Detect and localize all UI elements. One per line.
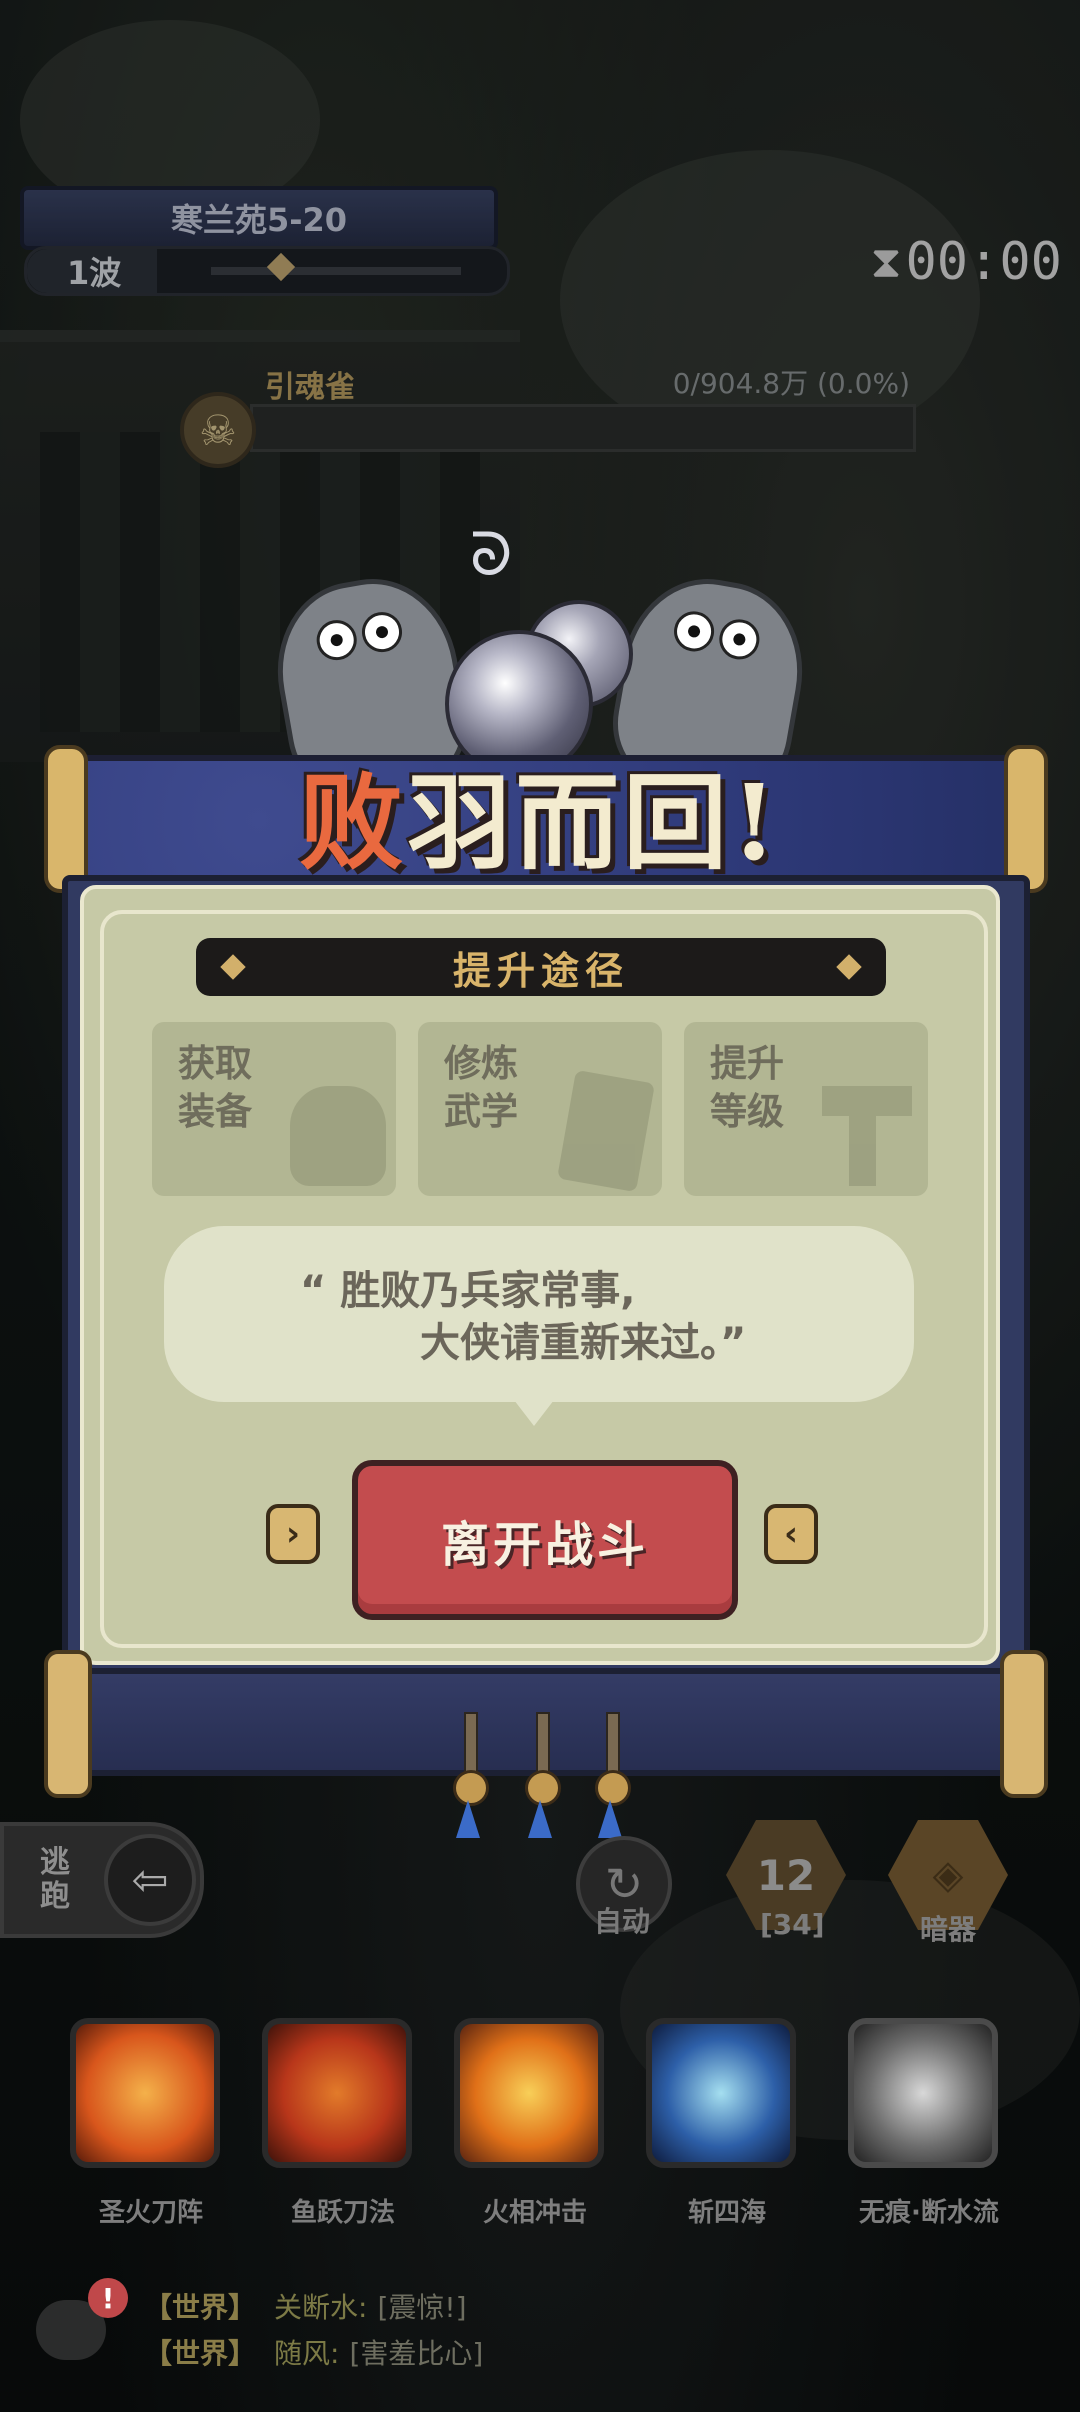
arrow-left-icon: ‹ — [764, 1504, 818, 1564]
skill-slot[interactable]: 圣火刀阵 — [70, 2018, 220, 2228]
arrow-right-icon: › — [266, 1504, 320, 1564]
auto-label: 自动 — [594, 1905, 651, 1938]
get-equipment-card[interactable]: 获取 装备 — [152, 1022, 396, 1196]
dragon-eye — [313, 616, 360, 664]
chat-message: 【世界】 随风: [害羞比心] — [144, 2332, 483, 2372]
level-up-card[interactable]: 提升 等级 — [684, 1022, 928, 1196]
flee-label: 逃跑 — [40, 1845, 70, 1914]
chat-channel: 【世界】 — [144, 2337, 257, 2370]
tassel-ornament — [590, 1712, 631, 1842]
defeat-title-first: 败 — [299, 761, 408, 884]
card-label: 提升 等级 — [710, 1042, 784, 1133]
defeat-title: 败羽而回! — [0, 738, 1080, 889]
skill-name: 无痕·断水流 — [859, 2198, 999, 2228]
skill-bar: 圣火刀阵 鱼跃刀法 火相冲击 斩四海 无痕·断水流 — [70, 2018, 1020, 2228]
exit-icon: ⇦ — [104, 1834, 196, 1926]
skill-name: 斩四海 — [687, 2198, 766, 2228]
chat-text: [害羞比心] — [349, 2337, 484, 2370]
train-skills-card[interactable]: 修炼 武学 — [418, 1022, 662, 1196]
quote-line-1: “ 胜败乃兵家常事, — [300, 1268, 636, 1314]
skill-slot[interactable]: 鱼跃刀法 — [262, 2018, 412, 2228]
chat-user: 随风: — [274, 2337, 340, 2370]
skill-slot[interactable]: 斩四海 — [646, 2018, 796, 2228]
improve-section-header: 提升途径 — [196, 938, 886, 996]
armor-icon — [270, 1056, 390, 1196]
spirit-flame-icon: ᘐ — [470, 520, 513, 590]
chat-message: 【世界】 关断水: [震惊!] — [144, 2286, 467, 2326]
tassel-ornament — [520, 1712, 561, 1842]
skill-slot[interactable]: 火相冲击 — [454, 2018, 604, 2228]
chat-channel: 【世界】 — [144, 2291, 257, 2324]
skill-name: 火相冲击 — [482, 2198, 587, 2228]
quote-line-2: 大侠请重新来过。” — [420, 1320, 747, 1366]
diamond-icon — [220, 954, 246, 980]
skill-name: 鱼跃刀法 — [290, 2198, 395, 2228]
dragon-eye — [716, 616, 763, 663]
coin-icon: ◈ — [932, 1852, 964, 1898]
chat-notification-badge: ! — [88, 2278, 128, 2318]
chat-user: 关断水: — [274, 2291, 368, 2324]
manual-icon — [536, 1056, 656, 1196]
world-chat[interactable]: ! 【世界】 关断水: [震惊!] 【世界】 随风: [害羞比心] — [0, 2268, 1080, 2412]
leave-battle-button[interactable]: 离开战斗 — [352, 1460, 738, 1620]
skill-name: 圣火刀阵 — [98, 2198, 203, 2228]
defeat-title-rest: 羽而回! — [407, 761, 781, 884]
improve-options: 获取 装备 修炼 武学 提升 等级 — [152, 1022, 928, 1196]
item-count-total: [34] — [760, 1908, 825, 1941]
flee-button[interactable]: 逃跑 ⇦ — [0, 1822, 204, 1938]
card-label: 修炼 武学 — [444, 1042, 518, 1133]
dragon-eye — [358, 608, 406, 656]
chat-text: [震惊!] — [377, 2291, 467, 2324]
item-count: 12 — [756, 1850, 816, 1900]
improve-section-title: 提升途径 — [452, 948, 629, 993]
hidden-weapon-label: 暗器 — [920, 1913, 977, 1946]
tassel-ornament — [448, 1712, 489, 1842]
dragon-eye — [670, 608, 718, 655]
skill-slot[interactable]: 无痕·断水流 — [848, 2018, 999, 2228]
diamond-icon — [836, 954, 862, 980]
card-label: 获取 装备 — [178, 1042, 252, 1133]
level-up-icon — [802, 1056, 922, 1196]
